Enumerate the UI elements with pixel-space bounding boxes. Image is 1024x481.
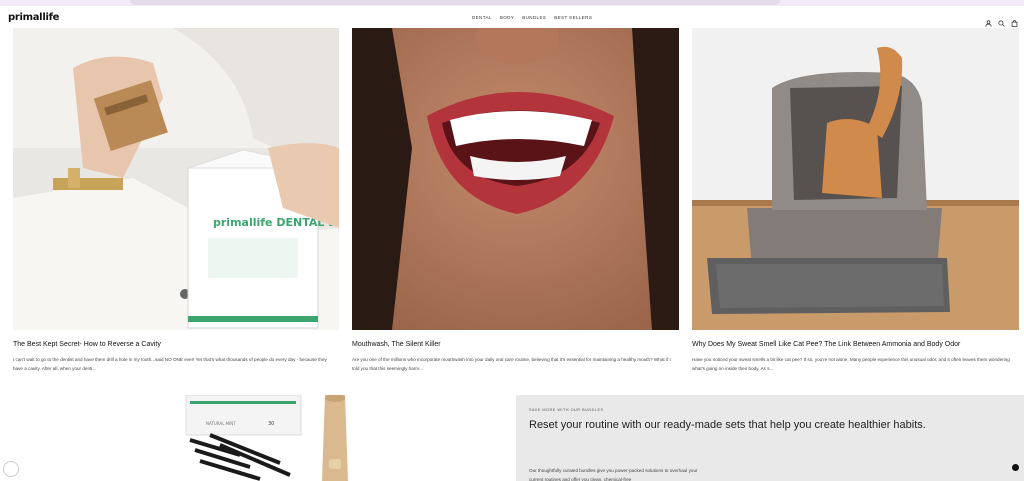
post-title-reverse-cavity[interactable]: The Best Kept Secret- How to Reverse a C…	[13, 341, 161, 348]
nav-item-best-sellers[interactable]: BEST SELLERS	[554, 15, 592, 20]
post-title-mouthwash[interactable]: Mouthwash, The Silent Killer	[352, 341, 441, 348]
post-excerpt-reverse-cavity: I can't wait to go to the dentist and ha…	[13, 357, 327, 371]
cart-icon[interactable]	[1011, 14, 1018, 27]
post-excerpt-mouthwash: Are you one of the millions who incorpor…	[352, 357, 671, 371]
post-image-cat-pee[interactable]	[692, 28, 1019, 330]
brand-logo[interactable]: primallife	[8, 12, 59, 23]
post-image-reverse-cavity[interactable]: primallife DENTAL DETOX	[13, 28, 339, 330]
search-icon[interactable]	[998, 14, 1005, 27]
post-image-mouthwash[interactable]	[352, 28, 679, 330]
bundle-image[interactable]: NATURAL MINT 30	[100, 395, 416, 481]
post-excerpt-cat-pee: Have you noticed your sweat smells a bit…	[692, 357, 1010, 371]
promo-body: Our thoughtfully curated bundles give yo…	[529, 468, 698, 481]
main-nav: DENTAL BODY BUNDLES BEST SELLERS	[472, 15, 592, 20]
bundle-box-label: NATURAL MINT	[206, 421, 236, 426]
nav-item-body[interactable]: BODY	[500, 15, 514, 20]
bundles-promo: SAVE MORE WITH OUR BUNDLES Reset your ro…	[516, 395, 1024, 481]
account-icon[interactable]	[985, 14, 992, 27]
nav-item-dental[interactable]: DENTAL	[472, 15, 492, 20]
post-title-cat-pee[interactable]: Why Does My Sweat Smell Like Cat Pee? Th…	[692, 341, 960, 348]
browser-address-pill	[130, 0, 780, 5]
site-header: primallife DENTAL BODY BUNDLES BEST SELL…	[0, 6, 1024, 28]
chat-launcher-button[interactable]	[1012, 464, 1019, 471]
header-icons	[985, 14, 1018, 27]
promo-eyebrow: SAVE MORE WITH OUR BUNDLES	[529, 408, 604, 412]
promo-title: Reset your routine with our ready-made s…	[529, 419, 926, 431]
floating-circle-button[interactable]	[3, 461, 19, 477]
nav-item-bundles[interactable]: BUNDLES	[522, 15, 546, 20]
bundle-box-count: 30	[268, 421, 274, 427]
